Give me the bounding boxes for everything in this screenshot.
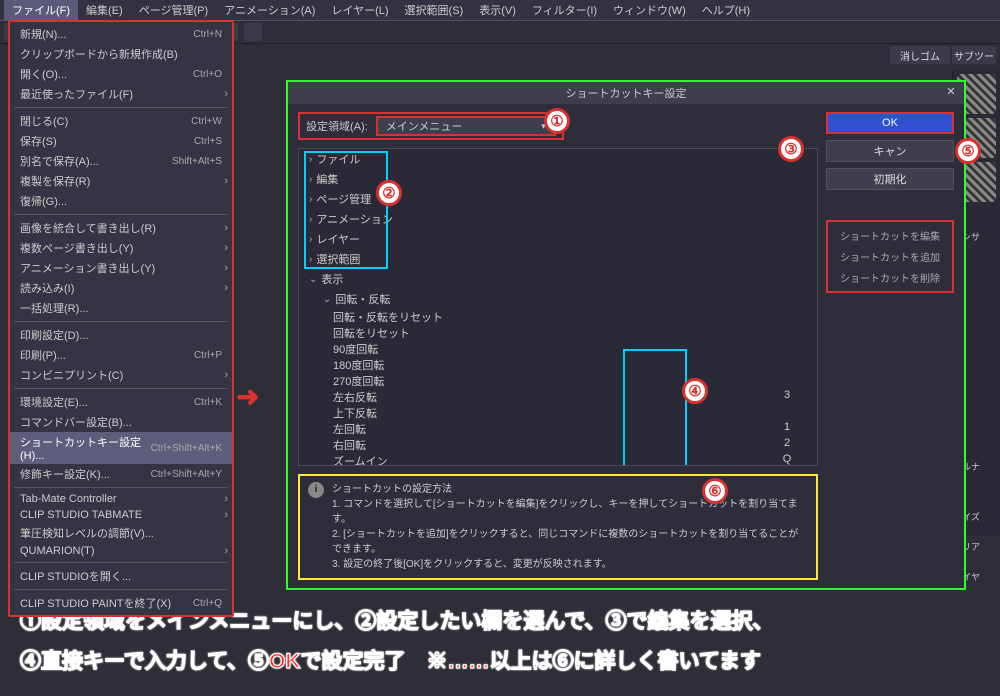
hint-title: ショートカットの設定方法 bbox=[332, 482, 808, 497]
file-menu-item[interactable]: 保存(S)Ctrl+S bbox=[10, 131, 232, 151]
ok-button[interactable]: OK bbox=[826, 112, 954, 134]
file-menu-item[interactable]: ショートカットキー設定(H)...Ctrl+Shift+Alt+K bbox=[10, 432, 232, 464]
tree-child[interactable]: 回転をリセット bbox=[299, 325, 817, 341]
tree-child[interactable]: 180度回転 bbox=[299, 357, 817, 373]
hint-line: 2. [ショートカットを追加]をクリックすると、同じコマンドに複数のショートカッ… bbox=[332, 527, 808, 557]
file-menu-item[interactable]: 印刷設定(D)... bbox=[10, 325, 232, 345]
menu-file[interactable]: ファイル(F) bbox=[4, 0, 78, 20]
menu-filter[interactable]: フィルター(I) bbox=[524, 0, 605, 20]
file-menu-item[interactable]: 複製を保存(R) bbox=[10, 171, 232, 191]
tree-child[interactable]: 上下反転 bbox=[299, 405, 817, 421]
tree-node[interactable]: 回転・反転 bbox=[299, 289, 817, 309]
file-menu-item[interactable]: 新規(N)...Ctrl+N bbox=[10, 24, 232, 44]
close-icon[interactable]: ✕ bbox=[944, 85, 958, 99]
dialog-title: ショートカットキー設定 bbox=[566, 85, 687, 101]
file-menu-item[interactable]: Tab-Mate Controller bbox=[10, 491, 232, 507]
annotation-2: ② bbox=[376, 180, 402, 206]
shortcut-action-buttons: ショートカットを編集 ショートカットを追加 ショートカットを削除 bbox=[826, 220, 954, 293]
edit-shortcut-button[interactable]: ショートカットを編集 bbox=[830, 226, 950, 245]
add-shortcut-button[interactable]: ショートカットを追加 bbox=[830, 247, 950, 266]
file-menu-item[interactable]: コンビニプリント(C) bbox=[10, 365, 232, 385]
annotation-5: ⑤ bbox=[955, 138, 981, 164]
tree-child[interactable]: 左回転1 bbox=[299, 421, 817, 437]
file-menu-item[interactable]: CLIP STUDIO TABMATE bbox=[10, 507, 232, 523]
file-menu-item[interactable]: 閉じる(C)Ctrl+W bbox=[10, 111, 232, 131]
eraser-tool[interactable]: 消しゴム bbox=[890, 46, 950, 64]
file-menu-item[interactable]: 別名で保存(A)...Shift+Alt+S bbox=[10, 151, 232, 171]
tree-node[interactable]: ファイル bbox=[299, 149, 817, 169]
file-menu-item[interactable]: コマンドバー設定(B)... bbox=[10, 412, 232, 432]
menu-layer[interactable]: レイヤー(L) bbox=[323, 0, 396, 20]
menubar: ファイル(F) 編集(E) ページ管理(P) アニメーション(A) レイヤー(L… bbox=[0, 0, 1000, 20]
subtools-label: サブツー bbox=[952, 46, 996, 64]
file-menu-item[interactable]: 一括処理(R)... bbox=[10, 298, 232, 318]
annotation-6: ⑥ bbox=[702, 478, 728, 504]
area-select-value: メインメニュー bbox=[386, 118, 463, 134]
file-menu-item[interactable]: 印刷(P)...Ctrl+P bbox=[10, 345, 232, 365]
arrow-icon: ➜ bbox=[236, 380, 259, 413]
file-menu-item[interactable]: 最近使ったファイル(F) bbox=[10, 84, 232, 104]
cancel-button[interactable]: キャン bbox=[826, 140, 954, 162]
tree-node[interactable]: 選択範囲 bbox=[299, 249, 817, 269]
file-menu-item[interactable]: 開く(O)...Ctrl+O bbox=[10, 64, 232, 84]
area-label: 設定領域(A): bbox=[306, 118, 368, 134]
tree-child[interactable]: 左右反転3 bbox=[299, 389, 817, 405]
delete-shortcut-button[interactable]: ショートカットを削除 bbox=[830, 268, 950, 287]
file-menu-item[interactable]: 復帰(G)... bbox=[10, 191, 232, 211]
file-menu-item[interactable]: CLIP STUDIO PAINTを終了(X)Ctrl+Q bbox=[10, 593, 232, 613]
file-menu-item[interactable]: 環境設定(E)...Ctrl+K bbox=[10, 392, 232, 412]
file-menu-item[interactable]: 筆圧検知レベルの調節(V)... bbox=[10, 523, 232, 543]
hint-box: i ショートカットの設定方法 1. コマンドを選択して[ショートカットを編集]を… bbox=[298, 474, 818, 580]
file-menu-item[interactable]: クリップボードから新規作成(B) bbox=[10, 44, 232, 64]
dialog-titlebar: ショートカットキー設定 ✕ bbox=[288, 82, 964, 104]
menu-view[interactable]: 表示(V) bbox=[471, 0, 524, 20]
annotation-4: ④ bbox=[682, 378, 708, 404]
tree-node[interactable]: 表示 bbox=[299, 269, 817, 289]
tree-child[interactable]: 回転・反転をリセット bbox=[299, 309, 817, 325]
menu-anim[interactable]: アニメーション(A) bbox=[216, 0, 323, 20]
annotation-3: ③ bbox=[778, 136, 804, 162]
menu-help[interactable]: ヘルプ(H) bbox=[694, 0, 758, 20]
hint-line: 3. 設定の終了後[OK]をクリックすると、変更が反映されます。 bbox=[332, 557, 808, 572]
file-menu-item[interactable]: 画像を統合して書き出し(R) bbox=[10, 218, 232, 238]
file-menu-item[interactable]: アニメーション書き出し(Y) bbox=[10, 258, 232, 278]
file-dropdown: 新規(N)...Ctrl+Nクリップボードから新規作成(B)開く(O)...Ct… bbox=[8, 20, 234, 617]
menu-window[interactable]: ウィンドウ(W) bbox=[605, 0, 694, 20]
area-select[interactable]: メインメニュー bbox=[376, 116, 556, 136]
tree-node[interactable]: アニメーション bbox=[299, 209, 817, 229]
menu-edit[interactable]: 編集(E) bbox=[78, 0, 131, 20]
tree-child[interactable]: 270度回転 bbox=[299, 373, 817, 389]
menu-page[interactable]: ページ管理(P) bbox=[131, 0, 216, 20]
file-menu-item[interactable]: 複数ページ書き出し(Y) bbox=[10, 238, 232, 258]
file-menu-item[interactable]: QUMARION(T) bbox=[10, 543, 232, 559]
file-menu-item[interactable]: 修飾キー設定(K)...Ctrl+Shift+Alt+Y bbox=[10, 464, 232, 484]
shortcut-dialog: ショートカットキー設定 ✕ 設定領域(A): メインメニュー ファイル編集ページ… bbox=[286, 80, 966, 590]
tree-child[interactable]: 90度回転 bbox=[299, 341, 817, 357]
tree-node[interactable]: レイヤー bbox=[299, 229, 817, 249]
tree-child[interactable]: ズームインQ bbox=[299, 453, 817, 465]
menu-select[interactable]: 選択範囲(S) bbox=[397, 0, 472, 20]
info-icon: i bbox=[308, 482, 324, 498]
annotation-1: ① bbox=[544, 108, 570, 134]
file-menu-item[interactable]: CLIP STUDIOを開く... bbox=[10, 566, 232, 586]
file-menu-item[interactable]: 読み込み(I) bbox=[10, 278, 232, 298]
instruction-line-2: ④直接キーで入力して、⑤OKで設定完了 ※……以上は⑥に詳しく書いてます bbox=[20, 650, 761, 673]
hint-line: 1. コマンドを選択して[ショートカットを編集]をクリックし、キーを押してショー… bbox=[332, 497, 808, 527]
toolbar-button[interactable] bbox=[244, 23, 262, 41]
init-button[interactable]: 初期化 bbox=[826, 168, 954, 190]
tree-child[interactable]: 右回転2 bbox=[299, 437, 817, 453]
